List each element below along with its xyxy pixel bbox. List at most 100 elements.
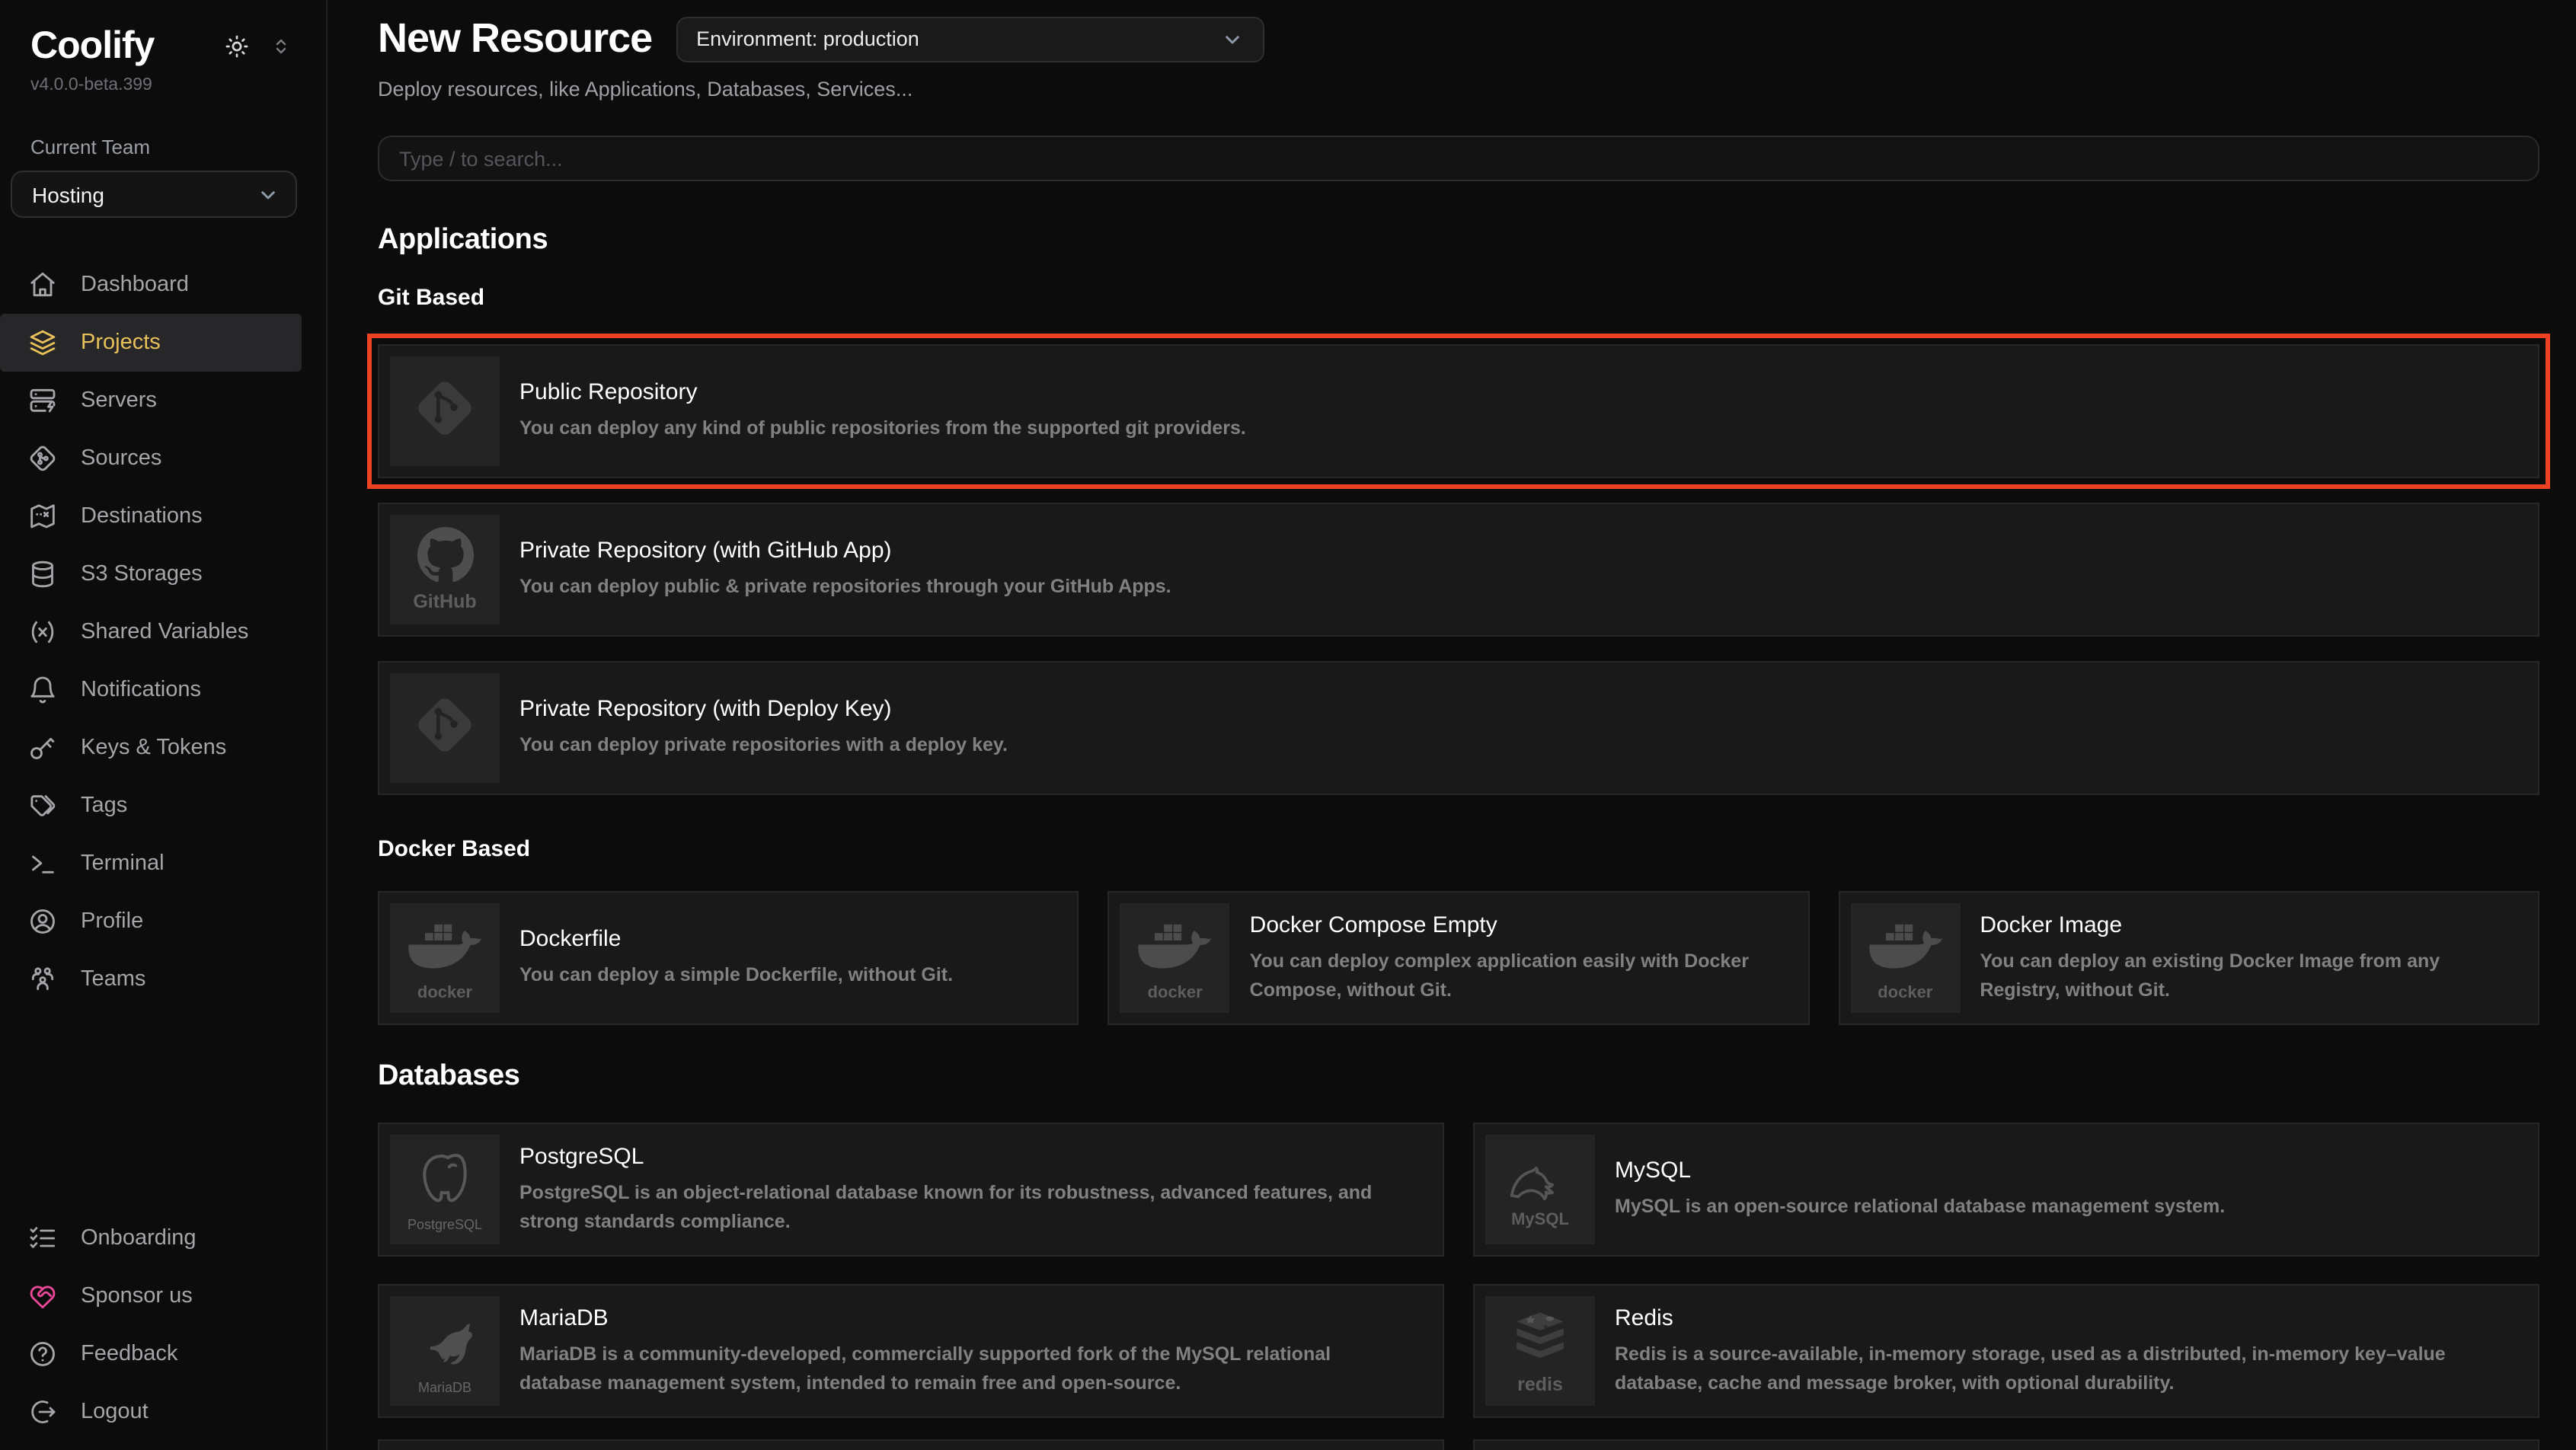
logo-caption: docker — [1878, 985, 1932, 1001]
key-icon — [27, 733, 58, 763]
resource-card-mysql[interactable]: MySQLMySQLMySQL is an open-source relati… — [1473, 1123, 2539, 1257]
sidebar-item-shared-variables[interactable]: Shared Variables — [0, 603, 302, 661]
sidebar-item-dashboard[interactable]: Dashboard — [0, 256, 302, 314]
resource-card-docker-image[interactable]: docker Docker ImageYou can deploy an exis… — [1838, 891, 2539, 1025]
theme-toggle-sun-icon[interactable] — [224, 34, 250, 59]
variable-icon — [27, 617, 58, 647]
card-description: You can deploy public & private reposito… — [519, 573, 2165, 603]
docker-icon: docker — [390, 903, 500, 1013]
resource-card-redis[interactable]: redisRedisRedis is a source-available, i… — [1473, 1284, 2539, 1418]
version-switcher-chevrons-icon[interactable] — [270, 35, 292, 58]
bell-icon — [27, 675, 58, 705]
sidebar-item-keys-tokens[interactable]: Keys & Tokens — [0, 719, 302, 777]
resource-card-private-repository-with-github-app[interactable]: GitHubPrivate Repository (with GitHub Ap… — [378, 503, 2539, 637]
sidebar-header: Coolify — [0, 0, 326, 69]
logout-icon — [27, 1397, 58, 1427]
map-icon — [27, 501, 58, 532]
team-select[interactable]: Hosting — [11, 171, 297, 218]
card-description: Redis is a source-available, in-memory s… — [1615, 1340, 2507, 1400]
resource-card-dockerfile[interactable]: docker Dockerfile You can deploy a simple … — [378, 891, 1079, 1025]
page-subtitle: Deploy resources, like Applications, Dat… — [378, 78, 2539, 101]
card-text: Dockerfile You can deploy a simple Docker… — [519, 925, 1056, 991]
sidebar-item-sponsor-us[interactable]: Sponsor us — [0, 1267, 302, 1325]
redis-icon: redis — [1485, 1296, 1595, 1406]
resource-card-public-repository[interactable]: Public RepositoryYou can deploy any kind… — [378, 344, 2539, 478]
card-description: MariaDB is a community-developed, commer… — [519, 1340, 1412, 1400]
sidebar-item-servers[interactable]: Servers — [0, 372, 302, 430]
search-input[interactable] — [378, 136, 2539, 181]
cutoff-card-row — [378, 1439, 2539, 1450]
sidebar-item-label: Profile — [81, 909, 143, 934]
sidebar-item-profile[interactable]: Profile — [0, 893, 302, 950]
git-based-card-list: Public RepositoryYou can deploy any kind… — [378, 344, 2539, 795]
sidebar-item-s3-storages[interactable]: S3 Storages — [0, 545, 302, 603]
sidebar-item-label: Tags — [81, 794, 127, 818]
tags-icon — [27, 790, 58, 821]
sidebar-item-terminal[interactable]: Terminal — [0, 835, 302, 893]
logo-caption: redis — [1517, 1375, 1563, 1394]
card-title: Dockerfile — [519, 925, 1047, 956]
logo-caption: MariaDB — [418, 1381, 471, 1394]
resource-card-mariadb[interactable]: MariaDBMariaDBMariaDB is a community-dev… — [378, 1284, 1444, 1418]
heart-handshake-icon — [27, 1281, 58, 1311]
user-circle-icon — [27, 906, 58, 937]
page-title: New Resource — [378, 15, 652, 62]
sidebar-item-label: Onboarding — [81, 1226, 197, 1250]
home-icon — [27, 270, 58, 300]
sidebar-item-label: Teams — [81, 967, 145, 992]
git-source-icon — [27, 443, 58, 474]
sidebar-item-onboarding[interactable]: Onboarding — [0, 1209, 302, 1267]
sidebar-item-logout[interactable]: Logout — [0, 1383, 302, 1441]
mysql-icon: MySQL — [1485, 1135, 1595, 1244]
git-icon-glyph — [410, 689, 480, 767]
docker-icon: docker — [1850, 903, 1960, 1013]
sidebar-item-sources[interactable]: Sources — [0, 430, 302, 487]
card-description: PostgreSQL is an object-relational datab… — [519, 1179, 1412, 1238]
sidebar-item-tags[interactable]: Tags — [0, 777, 302, 835]
card-text: Private Repository (with GitHub App)You … — [519, 536, 2517, 602]
mariadb-icon-glyph — [413, 1308, 477, 1379]
database-icon — [27, 559, 58, 589]
team-select-value: Hosting — [32, 182, 104, 206]
chevron-down-icon — [1220, 27, 1245, 51]
sidebar-item-notifications[interactable]: Notifications — [0, 661, 302, 719]
sidebar-item-teams[interactable]: Teams — [0, 950, 302, 1008]
git-icon-glyph — [410, 372, 480, 450]
card-description: You can deploy an existing Docker Image … — [1980, 947, 2507, 1007]
section-applications-title: Applications — [378, 224, 2539, 257]
subsection-git-based-title: Git Based — [378, 285, 2539, 311]
sidebar-item-projects[interactable]: Projects — [0, 314, 302, 372]
sidebar-item-feedback[interactable]: Feedback — [0, 1325, 302, 1383]
main-content: New Resource Environment: production Dep… — [328, 0, 2576, 1450]
sidebar-item-label: Sponsor us — [81, 1284, 193, 1308]
card-description: You can deploy a simple Dockerfile, with… — [519, 962, 1047, 992]
sidebar-item-label: Destinations — [81, 504, 203, 529]
page-header: New Resource Environment: production — [378, 15, 2539, 62]
current-team-label: Current Team — [30, 136, 326, 158]
card-text: PostgreSQL PostgreSQL is an object-relati… — [519, 1142, 1421, 1238]
card-title: Docker Compose Empty — [1250, 910, 1778, 941]
card-title: MySQL — [1615, 1156, 2507, 1187]
section-databases-title: Databases — [378, 1060, 2539, 1094]
resource-card-postgresql[interactable]: PostgreSQL PostgreSQL PostgreSQL is an obj… — [378, 1123, 1444, 1257]
terminal-icon — [27, 848, 58, 879]
mariadb-icon: MariaDB — [390, 1296, 500, 1406]
resource-card-docker-compose-empty[interactable]: dockerDocker Compose EmptyYou can deploy… — [1108, 891, 1810, 1025]
cutoff-card — [378, 1439, 1444, 1450]
logo-caption: MySQL — [1511, 1212, 1569, 1228]
card-text: Docker Compose EmptyYou can deploy compl… — [1250, 910, 1787, 1006]
help-circle-icon — [27, 1339, 58, 1369]
sidebar-item-label: Sources — [81, 446, 161, 471]
sidebar-header-icons — [224, 34, 292, 59]
resource-card-private-repository-with-deploy-key[interactable]: Private Repository (with Deploy Key)You … — [378, 661, 2539, 795]
card-text: Docker ImageYou can deploy an existing D… — [1980, 910, 2517, 1006]
app-logo[interactable]: Coolify — [30, 24, 154, 69]
sidebar-item-destinations[interactable]: Destinations — [0, 487, 302, 545]
environment-selector[interactable]: Environment: production — [676, 16, 1264, 62]
card-title: PostgreSQL — [519, 1142, 1412, 1173]
sidebar-item-label: Keys & Tokens — [81, 736, 226, 760]
sidebar-item-label: Terminal — [81, 851, 165, 876]
postgresql-icon: PostgreSQL — [390, 1135, 500, 1244]
docker-icon-glyph — [405, 915, 484, 983]
git-icon — [390, 356, 500, 466]
